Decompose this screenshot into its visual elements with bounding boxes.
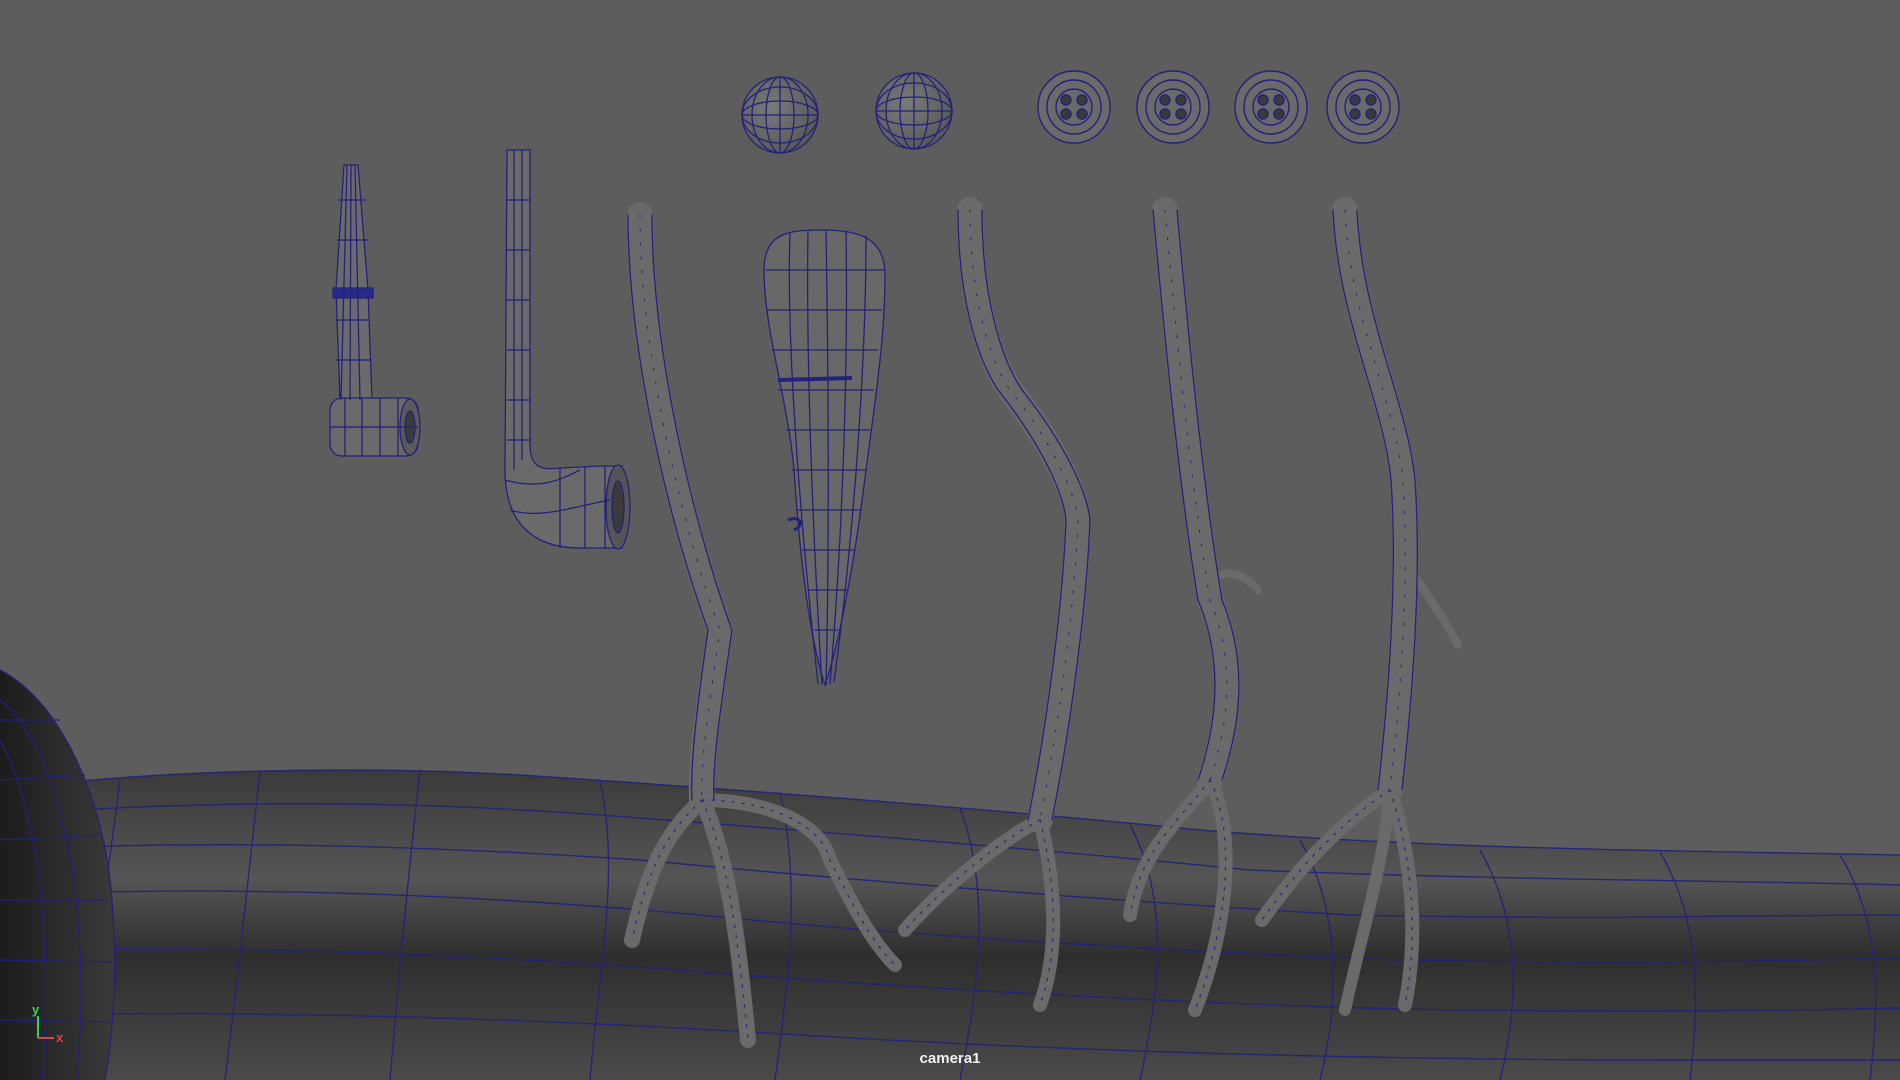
eyeball-model-2[interactable] — [875, 72, 953, 150]
carrot-nose-model[interactable] — [763, 229, 886, 688]
button-model-4[interactable] — [1326, 70, 1400, 144]
maya-viewport[interactable]: y x camera1 — [0, 0, 1900, 1080]
pipe-long-model[interactable] — [504, 149, 631, 550]
axis-x-label: x — [56, 1030, 64, 1045]
scene-canvas[interactable]: y x — [0, 0, 1900, 1080]
eyeball-model-1[interactable] — [741, 76, 819, 154]
button-model-3[interactable] — [1234, 70, 1308, 144]
axis-y-label: y — [32, 1002, 40, 1017]
snowball-body-model[interactable] — [0, 669, 116, 1080]
ground-surface-model[interactable] — [0, 769, 1900, 1080]
button-model-1[interactable] — [1037, 70, 1111, 144]
pipe-small-model[interactable] — [329, 164, 421, 457]
camera-name-label: camera1 — [919, 1050, 981, 1067]
button-model-2[interactable] — [1136, 70, 1210, 144]
